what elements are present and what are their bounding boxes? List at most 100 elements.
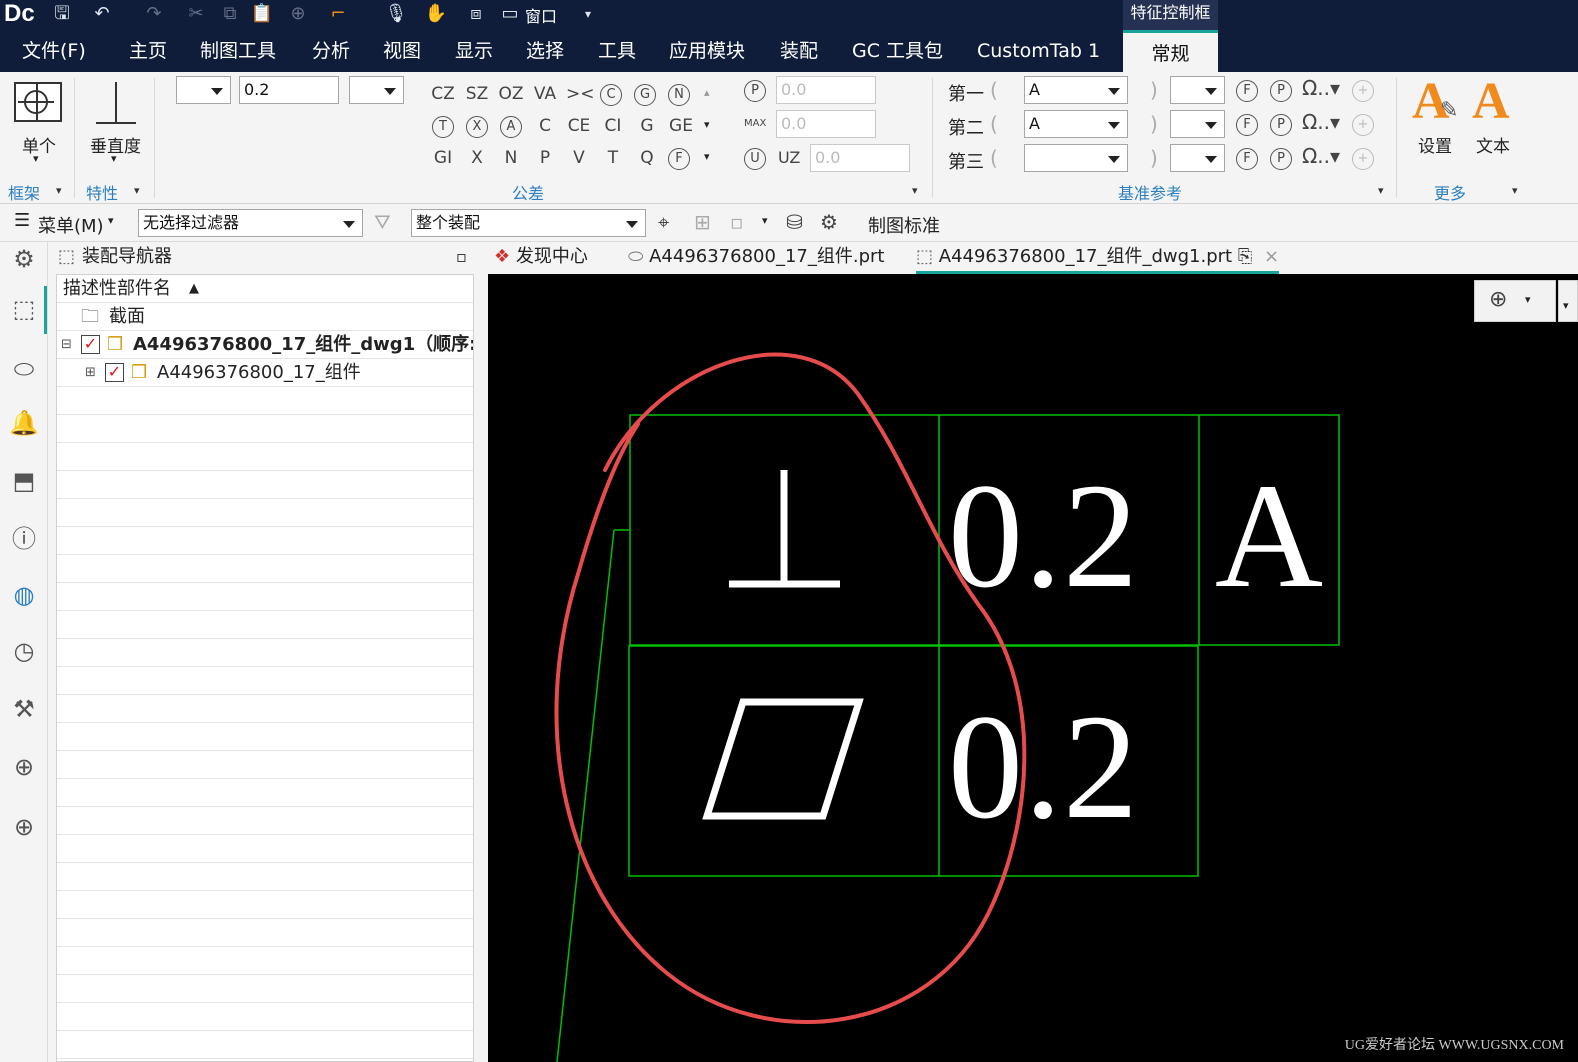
select-face-icon[interactable]: ▫ [730, 210, 744, 234]
tab-discovery-center[interactable]: ❖ 发现中心 [494, 242, 588, 274]
datum-secondary-select[interactable]: A [1024, 110, 1128, 138]
datum-secondary-omega-icon[interactable]: Ω..▾ [1302, 110, 1340, 134]
copy-icon[interactable]: ⧉ [218, 2, 242, 26]
menu-tools[interactable]: 工具 [598, 30, 636, 72]
datum-primary-add-icon[interactable]: + [1352, 80, 1374, 102]
datum-secondary-f-icon[interactable]: F [1236, 114, 1258, 136]
datum-secondary-modifier[interactable] [1170, 110, 1225, 138]
tools-icon[interactable]: ⚒ [9, 694, 39, 724]
menu-gc-toolkit[interactable]: GC 工具包 [852, 30, 943, 72]
symbol-n[interactable]: N [498, 148, 524, 168]
tab-drawing[interactable]: ⬚ A4496376800_17_组件_dwg1.prt ⎘ × [916, 242, 1280, 274]
filter-reset-icon[interactable]: ⛛ [374, 210, 391, 234]
tolerance-value-input[interactable]: 0.2 [239, 76, 339, 104]
symbol-c[interactable]: C [532, 116, 558, 136]
menu-general[interactable]: 常规 [1123, 30, 1218, 72]
part-navigator-icon[interactable]: ⬭ [9, 354, 39, 384]
window-menu[interactable]: 窗口 [525, 3, 557, 27]
add-view-icon[interactable]: ⊕ [9, 812, 39, 842]
symbol-q[interactable]: Q [634, 148, 660, 168]
graphics-window[interactable]: 0.2 A 0.2 ⊕ ▾ ▾ UG爱好者论坛 WWW.UGSNX.COM [488, 274, 1578, 1062]
settings-label[interactable]: 设置 [1418, 132, 1452, 157]
touch-mode-icon[interactable]: ✋ [424, 2, 448, 26]
drafting-preferences-icon[interactable]: ⚙ [820, 210, 838, 234]
symbol-ci[interactable]: CI [600, 116, 626, 136]
toolbar-overflow[interactable]: ▾ [1558, 280, 1578, 322]
column-header-label[interactable]: 描述性部件名 [63, 275, 171, 302]
symbol-circle-g[interactable]: G [634, 84, 656, 106]
projected-zone-icon[interactable]: P [744, 80, 766, 102]
symbol-circle-a[interactable]: A [500, 116, 522, 138]
menu-customtab[interactable]: CustomTab 1 [977, 30, 1100, 72]
menu-display[interactable]: 显示 [455, 30, 493, 72]
selection-filter-select[interactable]: 无选择过滤器 [138, 209, 363, 237]
datum-primary-omega-icon[interactable]: Ω..▾ [1302, 76, 1340, 100]
drafting-standard-icon[interactable]: ⛁ [786, 210, 803, 234]
datum-tertiary-add-icon[interactable]: + [1352, 148, 1374, 170]
web-browser-icon[interactable]: ◍ [9, 580, 39, 610]
tab-part[interactable]: ⬭ A4496376800_17_组件.prt [628, 242, 884, 274]
menu-file[interactable]: 文件(F) [22, 30, 86, 72]
symbol-oz[interactable]: OZ [498, 84, 524, 104]
symbol-t[interactable]: T [600, 148, 626, 168]
symbol-circle-f[interactable]: F [668, 148, 690, 170]
menu-view[interactable]: 视图 [383, 30, 421, 72]
menu-select[interactable]: 选择 [526, 30, 564, 72]
view-orientation-widget[interactable]: ⊕ ▾ [1474, 280, 1556, 322]
overflow-arrow-icon[interactable]: ▾ [1563, 299, 1569, 312]
window-menu-arrow-icon[interactable]: ▾ [576, 2, 600, 26]
datum-tertiary-p-icon[interactable]: P [1270, 148, 1292, 170]
select-feature-icon[interactable]: ⊞ [694, 210, 711, 234]
snap-point-arrow-icon[interactable]: ▾ [1525, 293, 1531, 306]
projected-zone-input[interactable]: 0.0 [776, 76, 876, 104]
symbol-ge[interactable]: GE [668, 116, 694, 136]
symbol-sz[interactable]: SZ [464, 84, 490, 104]
checkbox-icon[interactable]: ✓ [105, 363, 124, 382]
datum-primary-f-icon[interactable]: F [1236, 80, 1258, 102]
assembly-navigator-icon[interactable]: ⬚ [9, 294, 39, 324]
command-finder-icon[interactable]: ⌐ [326, 2, 350, 26]
symbol-v[interactable]: V [566, 148, 592, 168]
datum-tertiary-select[interactable] [1024, 144, 1128, 172]
group-tolerance-arrow-icon[interactable]: ▾ [912, 184, 918, 197]
text-label[interactable]: 文本 [1476, 132, 1510, 157]
sort-asc-icon[interactable]: ▲ [189, 275, 199, 302]
single-frame-arrow-icon[interactable]: ▾ [33, 152, 39, 165]
select-face-arrow-icon[interactable]: ▾ [762, 214, 768, 227]
gallery-up-icon[interactable]: ▴ [704, 86, 710, 99]
collapse-icon[interactable]: ⊟ [61, 331, 72, 358]
menu-arrow-icon[interactable]: ▾ [108, 214, 114, 227]
symbol-circle-n[interactable]: N [668, 84, 690, 106]
drafting-standard-button[interactable]: 制图标准 [868, 212, 940, 238]
info-icon[interactable]: ⓘ [9, 524, 39, 554]
symbol-cz[interactable]: CZ [430, 84, 456, 104]
max-input[interactable]: 0.0 [776, 110, 876, 138]
symbol-gi[interactable]: GI [430, 148, 456, 168]
datum-tertiary-omega-icon[interactable]: Ω..▾ [1302, 144, 1340, 168]
group-characteristic-arrow-icon[interactable]: ▾ [134, 184, 140, 197]
reuse-library-icon[interactable]: ⬒ [9, 466, 39, 496]
datum-primary-p-icon[interactable]: P [1270, 80, 1292, 102]
menu-home[interactable]: 主页 [129, 30, 167, 72]
undo-icon[interactable]: ↶ [90, 2, 114, 26]
expand-icon[interactable]: ⊞ [85, 359, 96, 386]
gallery-down-icon[interactable]: ▾ [704, 118, 710, 131]
paste-icon[interactable]: 📋 [250, 2, 274, 26]
column-header[interactable]: 描述性部件名 ▲ [57, 275, 473, 303]
datum-secondary-add-icon[interactable]: + [1352, 114, 1374, 136]
symbol-p[interactable]: P [532, 148, 558, 168]
datum-primary-modifier[interactable] [1170, 76, 1225, 104]
unequal-zone-icon[interactable]: U [744, 148, 766, 170]
scope-select[interactable]: 整个装配 [411, 209, 646, 237]
redo-icon[interactable]: ↷ [142, 2, 166, 26]
group-datum-arrow-icon[interactable]: ▾ [1378, 184, 1384, 197]
symbol-circle-t[interactable]: T [432, 116, 454, 138]
tree-row[interactable]: 🗀 截面 [57, 303, 473, 331]
symbol-circle-c[interactable]: C [600, 84, 622, 106]
symbol-ce[interactable]: CE [566, 116, 592, 136]
history-clock-icon[interactable]: ◷ [9, 636, 39, 666]
menu-analysis[interactable]: 分析 [312, 30, 350, 72]
microphone-icon[interactable]: 🎙 [384, 2, 408, 26]
snap-point-icon[interactable]: ⊕ [1489, 287, 1507, 312]
group-more-arrow-icon[interactable]: ▾ [1512, 184, 1518, 197]
